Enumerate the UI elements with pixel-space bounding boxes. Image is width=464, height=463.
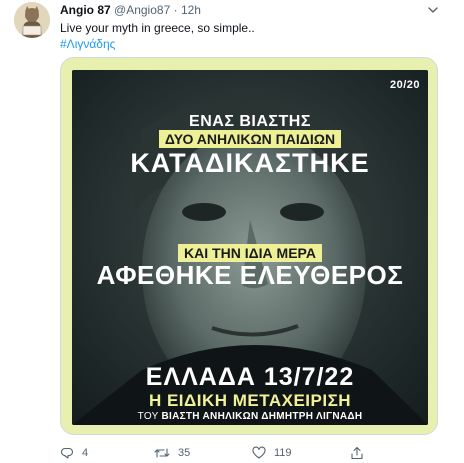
share-button[interactable]	[350, 446, 364, 460]
poster-line-8-rest: ΒΙΑΣΤΗ ΑΝΗΛΙΚΩΝ ΔΗΜΗΤΡΗ ΛΙΓΝΑΔΗ	[161, 411, 363, 422]
tweet-header: Angio 87 @Angio87 · 12h	[60, 3, 201, 17]
hashtag-link[interactable]: #Λιγνάδης	[60, 37, 115, 51]
author-name[interactable]: Angio 87	[60, 3, 111, 17]
media-image[interactable]: 20/20 ΕΝΑΣ ΒΙΑΣΤΗΣ ΔΥΟ ΑΝΗΛΙΚΩΝ ΠΑΙΔΙΩΝ …	[60, 57, 438, 435]
avatar[interactable]	[14, 2, 50, 38]
poster-line-7: Η ΕΙΔΙΚΗ ΜΕΤΑΧΕΙΡΙΣΗ	[148, 391, 352, 410]
poster-line-8-prefix: ΤΟΥ	[137, 411, 159, 422]
separator-dot: ·	[173, 3, 178, 17]
reply-button[interactable]: 4	[60, 446, 88, 460]
poster-line-2: ΔΥΟ ΑΝΗΛΙΚΩΝ ΠΑΙΔΙΩΝ	[72, 130, 428, 148]
reply-icon	[60, 447, 74, 459]
retweet-icon	[154, 448, 170, 458]
poster-line-3: ΚΑΤΑΔΙΚΑΣΤΗΚΕ	[130, 148, 370, 178]
brand-logo: 20/20	[389, 79, 420, 91]
more-menu-chevron-icon[interactable]	[426, 3, 440, 17]
timestamp[interactable]: 12h	[181, 3, 201, 17]
poster-line-5: ΑΦΕΘΗΚΕ ΕΛΕΥΘΕΡΟΣ	[96, 260, 404, 290]
poster-line-1: ΕΝΑΣ ΒΙΑΣΤΗΣ	[189, 113, 311, 130]
share-icon	[351, 446, 363, 460]
poster-line-2-text: ΔΥΟ ΑΝΗΛΙΚΩΝ ΠΑΙΔΙΩΝ	[158, 130, 342, 148]
like-icon	[252, 446, 266, 459]
tweet-text: Live your myth in greece, so simple..	[60, 21, 255, 35]
poster-image: 20/20 ΕΝΑΣ ΒΙΑΣΤΗΣ ΔΥΟ ΑΝΗΛΙΚΩΝ ΠΑΙΔΙΩΝ …	[72, 70, 428, 425]
poster-line-8: ΤΟΥ ΒΙΑΣΤΗ ΑΝΗΛΙΚΩΝ ΔΗΜΗΤΡΗ ΛΙΓΝΑΔΗ	[72, 411, 428, 422]
retweet-button[interactable]: 35	[154, 446, 190, 460]
like-button[interactable]: 119	[252, 446, 292, 460]
retweet-count: 35	[178, 447, 191, 459]
author-handle[interactable]: @Angio87	[114, 3, 170, 17]
poster-line-6: ΕΛΛΑΔΑ 13/7/22	[145, 363, 355, 391]
tweet: Angio 87 @Angio87 · 12h Live your myth i…	[0, 0, 464, 463]
tweet-actions: 4 35 119	[60, 446, 440, 460]
reply-count: 4	[82, 447, 89, 459]
poster-line-4: ΚΑΙ ΤΗΝ ΙΔΙΑ ΜΕΡΑ	[72, 244, 428, 262]
like-count: 119	[274, 447, 292, 459]
